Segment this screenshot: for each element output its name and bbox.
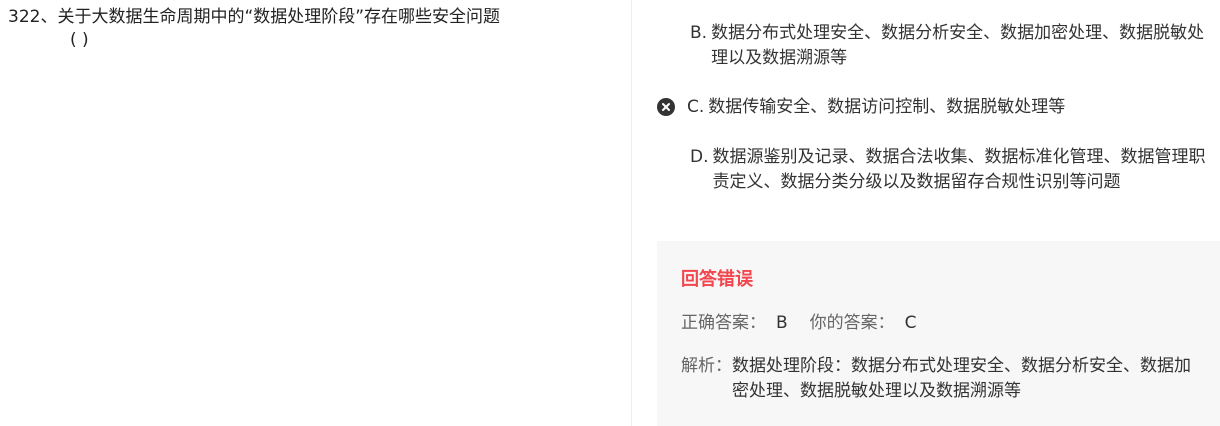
option-d[interactable]: D. 数据源鉴别及记录、数据合法收集、数据标准化管理、数据管理职责定义、数据分类… <box>690 145 1210 195</box>
option-text: 数据源鉴别及记录、数据合法收集、数据标准化管理、数据管理职责定义、数据分类分级以… <box>712 147 1206 192</box>
option-b[interactable]: B. 数据分布式处理安全、数据分析安全、数据加密处理、数据脱敏处理以及数据溯源等 <box>690 21 1210 71</box>
question-title: 322、关于大数据生命周期中的“数据处理阶段”存在哪些安全问题 <box>8 7 501 27</box>
your-answer-label: 你的答案： <box>809 313 895 333</box>
close-circle-icon <box>657 98 675 116</box>
option-c[interactable]: C. 数据传输安全、数据访问控制、数据脱敏处理等 <box>687 95 1207 120</box>
option-text: 数据传输安全、数据访问控制、数据脱敏处理等 <box>708 97 1066 117</box>
option-text: 数据分布式处理安全、数据分析安全、数据加密处理、数据脱敏处理以及数据溯源等 <box>711 23 1205 68</box>
analysis-text: 数据处理阶段：数据分布式处理安全、数据分析安全、数据加密处理、数据脱敏处理以及数… <box>732 356 1191 401</box>
option-letter: B. <box>690 23 708 43</box>
analysis: 解析： 数据处理阶段：数据分布式处理安全、数据分析安全、数据加密处理、数据脱敏处… <box>681 354 1201 404</box>
answer-blank: ( ) <box>70 30 89 50</box>
your-answer-value: C <box>904 313 917 333</box>
question-pane: 322、关于大数据生命周期中的“数据处理阶段”存在哪些安全问题 ( ) <box>0 0 632 426</box>
answer-result-panel: 回答错误 正确答案： B 你的答案： C 解析： 数据处理阶段：数据分布式处理安全、数… <box>657 241 1220 426</box>
result-status: 回答错误 <box>681 269 753 290</box>
answer-comparison: 正确答案： B 你的答案： C <box>681 311 917 335</box>
correct-answer-label: 正确答案： <box>681 313 766 333</box>
analysis-label: 解析： <box>681 356 732 376</box>
option-letter: C. <box>687 97 705 117</box>
options-pane: B. 数据分布式处理安全、数据分析安全、数据加密处理、数据脱敏处理以及数据溯源等… <box>633 0 1220 426</box>
correct-answer-value: B <box>776 313 788 333</box>
quiz-page: 322、关于大数据生命周期中的“数据处理阶段”存在哪些安全问题 ( ) B. 数… <box>0 0 1220 426</box>
option-letter: D. <box>690 147 709 167</box>
